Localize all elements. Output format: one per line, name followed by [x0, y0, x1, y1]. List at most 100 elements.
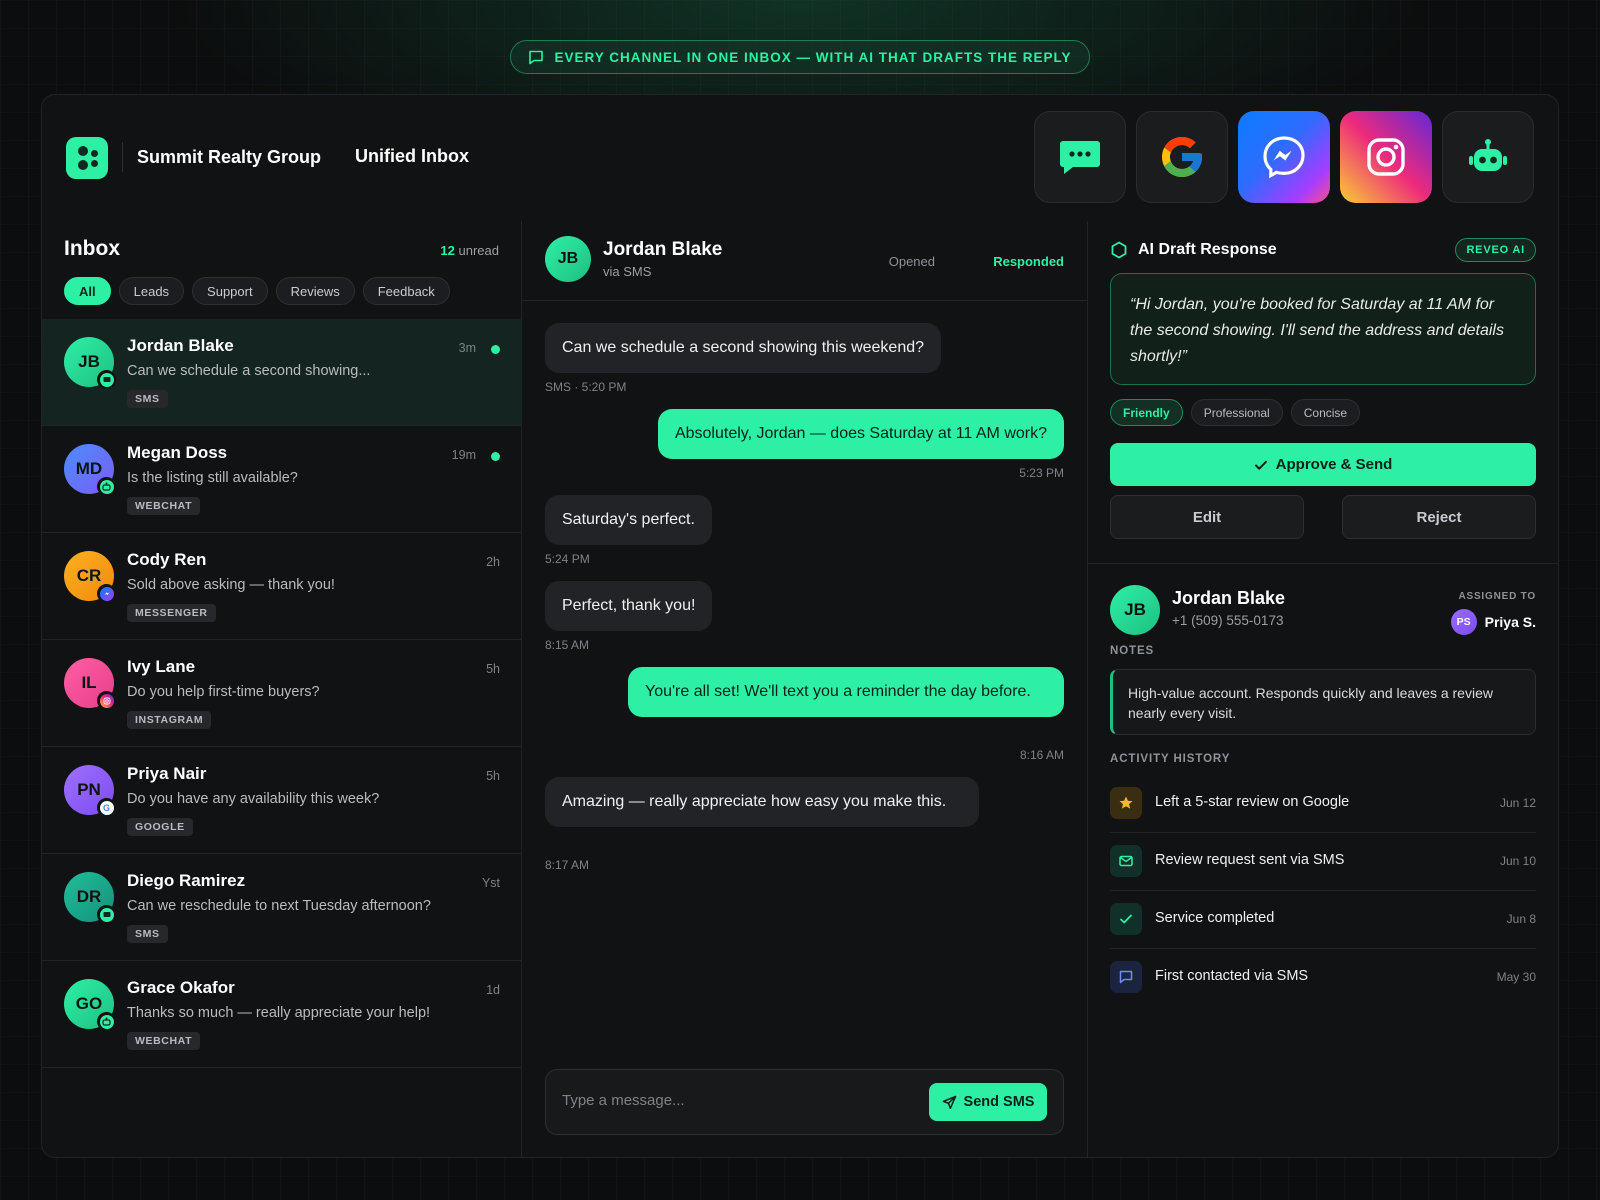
message-preview: Sold above asking — thank you! [127, 577, 335, 593]
instagram-badge-icon [97, 691, 116, 710]
message-time: SMS · 5:20 PM [545, 380, 627, 394]
conversation-item[interactable]: IL Ivy Lane Do you help first-time buyer… [42, 640, 522, 747]
filter-all[interactable]: All [64, 277, 111, 305]
channel-tag: SMS [127, 925, 168, 943]
chat-panel: JB Jordan Blake via SMS Opened Responded… [522, 221, 1088, 1157]
filter-feedback[interactable]: Feedback [362, 277, 450, 305]
avatar: JB [545, 236, 591, 282]
conversation-item[interactable]: GO Grace Okafor Thanks so much — really … [42, 961, 522, 1068]
message-composer: Send SMS [545, 1069, 1064, 1135]
message-time: Yst [481, 876, 500, 890]
messenger-icon [1263, 136, 1305, 179]
section-divider [1088, 563, 1558, 564]
chat-header: JB Jordan Blake via SMS Opened Responded [522, 221, 1087, 301]
send-label: Send SMS [963, 1094, 1035, 1110]
tone-friendly[interactable]: Friendly [1110, 399, 1183, 426]
webchat-badge-icon [97, 1012, 116, 1031]
app-logo [66, 137, 108, 179]
assignee-name: Priya S. [1484, 614, 1536, 630]
unread-count: 12 unread [440, 243, 499, 258]
activity-item: Left a 5-star review on Google Jun 12 [1110, 775, 1536, 833]
send-sms-button[interactable]: Send SMS [929, 1083, 1047, 1121]
ai-provider-badge: REVEO AI [1455, 238, 1536, 262]
channel-instagram-button[interactable] [1340, 111, 1432, 203]
channel-bar [1034, 111, 1534, 203]
contact-name: Priya Nair [127, 764, 207, 783]
robot-icon [1469, 139, 1507, 171]
channel-sms-button[interactable] [1034, 111, 1126, 203]
message-time: 19m [451, 448, 476, 462]
contact-phone: +1 (509) 555-0173 [1172, 613, 1284, 628]
contact-name: Megan Doss [127, 443, 228, 462]
activity-label: ACTIVITY HISTORY [1110, 753, 1231, 765]
channel-tag: WEBCHAT [127, 1032, 201, 1050]
tone-professional[interactable]: Professional [1190, 399, 1283, 426]
activity-item: First contacted via SMS May 30 [1110, 949, 1536, 1007]
details-panel: AI Draft Response REVEO AI “Hi Jordan, y… [1088, 221, 1558, 1157]
filter-leads[interactable]: Leads [118, 277, 185, 305]
contact-name: Ivy Lane [127, 657, 196, 676]
reject-button[interactable]: Reject [1342, 495, 1536, 539]
activity-item: Review request sent via SMS Jun 10 [1110, 833, 1536, 891]
notes-box: High-value account. Responds quickly and… [1110, 669, 1536, 735]
ai-draft-heading: AI Draft Response [1110, 241, 1277, 259]
header-divider [122, 142, 123, 172]
channel-tag: INSTAGRAM [127, 711, 212, 729]
google-icon [1162, 137, 1202, 177]
unread-dot [491, 452, 500, 461]
channel-tag: SMS [127, 390, 168, 408]
message-input[interactable] [562, 1092, 902, 1109]
message-time: 3m [458, 341, 476, 355]
tone-selector: Friendly Professional Concise [1110, 399, 1361, 426]
incoming-message: Perfect, thank you! [545, 581, 713, 631]
conversation-item[interactable]: MD Megan Doss Is the listing still avail… [42, 426, 522, 533]
message-time: 5:24 PM [545, 552, 590, 566]
contact-name: Jordan Blake [1172, 588, 1286, 608]
assignee[interactable]: PS Priya S. [1450, 609, 1536, 635]
chat-bubble-icon [529, 50, 544, 65]
ai-draft-text: “Hi Jordan, you're booked for Saturday a… [1110, 273, 1536, 385]
tone-concise[interactable]: Concise [1290, 399, 1361, 426]
activity-list: Left a 5-star review on Google Jun 12 Re… [1110, 775, 1536, 1007]
assigned-label: ASSIGNED TO [1458, 591, 1536, 602]
message-preview: Thanks so much — really appreciate your … [127, 1005, 431, 1021]
inbox-heading: Inbox [64, 237, 120, 260]
contact-name: Jordan Blake [127, 336, 234, 355]
filter-reviews[interactable]: Reviews [275, 277, 355, 305]
unread-dot [491, 345, 500, 354]
outgoing-message: You're all set! We'll text you a reminde… [628, 667, 1064, 717]
star-icon [1110, 787, 1142, 819]
notes-label: NOTES [1110, 645, 1155, 657]
channel-google-button[interactable] [1136, 111, 1228, 203]
conversation-item[interactable]: CR Cody Ren Sold above asking — thank yo… [42, 533, 522, 640]
assignee-avatar: PS [1450, 609, 1477, 635]
message-time: 8:16 AM [1019, 748, 1064, 762]
conversation-item[interactable]: JB Jordan Blake Can we schedule a second… [42, 319, 522, 426]
message-time: 1d [486, 983, 500, 997]
message-time: 2h [486, 555, 500, 569]
incoming-message: Saturday's perfect. [545, 495, 712, 545]
message-preview: Can we reschedule to next Tuesday aftern… [127, 898, 431, 914]
channel-ai-bot-button[interactable] [1442, 111, 1534, 203]
brand-name: Summit Realty Group [137, 147, 322, 167]
channel-messenger-button[interactable] [1238, 111, 1330, 203]
inbox-filters: All Leads Support Reviews Feedback [64, 277, 450, 305]
webchat-badge-icon [97, 477, 116, 496]
message-preview: Is the listing still available? [127, 470, 298, 486]
chat-icon [1110, 961, 1142, 993]
conversation-item[interactable]: DR Diego Ramirez Can we reschedule to ne… [42, 854, 522, 961]
app-window: Summit Realty Group Unified Inbox Inbox … [41, 94, 1559, 1158]
mail-icon [1110, 845, 1142, 877]
chat-channel: via SMS [603, 264, 652, 279]
message-preview: Do you help first-time buyers? [127, 684, 320, 700]
conversation-item[interactable]: PN G Priya Nair Do you have any availabi… [42, 747, 522, 854]
message-time: 5:23 PM [1019, 466, 1064, 480]
messenger-badge-icon [97, 584, 116, 603]
contact-name: Grace Okafor [127, 978, 235, 997]
status-responded: Responded [993, 254, 1064, 269]
filter-support[interactable]: Support [192, 277, 268, 305]
sms-badge-icon [97, 905, 116, 924]
sms-icon [1060, 141, 1100, 174]
approve-send-button[interactable]: Approve & Send [1110, 443, 1536, 486]
edit-button[interactable]: Edit [1110, 495, 1304, 539]
